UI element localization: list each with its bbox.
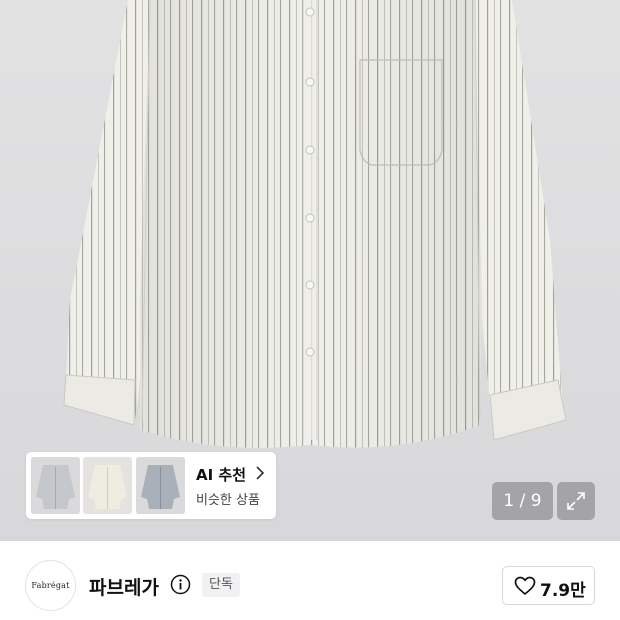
chevron-right-icon bbox=[256, 466, 265, 480]
expand-icon bbox=[567, 492, 585, 510]
ai-recommend-title: AI 추천 bbox=[196, 466, 247, 484]
recommend-thumbnail-1[interactable] bbox=[31, 457, 80, 514]
brand-logo-text: Fabrégat bbox=[31, 581, 70, 590]
recommend-thumbnail-2[interactable] bbox=[83, 457, 132, 514]
exclusive-badge: 단독 bbox=[202, 573, 240, 597]
image-page-indicator: 1 / 9 bbox=[492, 482, 553, 520]
brand-row: Fabrégat 파브레가 단독 7.9만 bbox=[0, 541, 620, 620]
brand-name[interactable]: 파브레가 bbox=[89, 573, 159, 600]
fullscreen-button[interactable] bbox=[557, 482, 595, 520]
info-icon[interactable] bbox=[170, 574, 191, 595]
recommend-thumbnail-3[interactable] bbox=[136, 457, 185, 514]
heart-icon bbox=[514, 576, 536, 595]
like-button[interactable]: 7.9만 bbox=[502, 566, 595, 605]
ai-recommend-card[interactable]: AI 추천 비슷한 상품 bbox=[26, 452, 276, 519]
brand-logo[interactable]: Fabrégat bbox=[25, 560, 76, 611]
like-count: 7.9만 bbox=[540, 581, 586, 601]
ai-recommend-subtitle: 비슷한 상품 bbox=[196, 493, 260, 508]
product-image-gallery[interactable]: AI 추천 비슷한 상품 1 / 9 bbox=[0, 0, 620, 541]
